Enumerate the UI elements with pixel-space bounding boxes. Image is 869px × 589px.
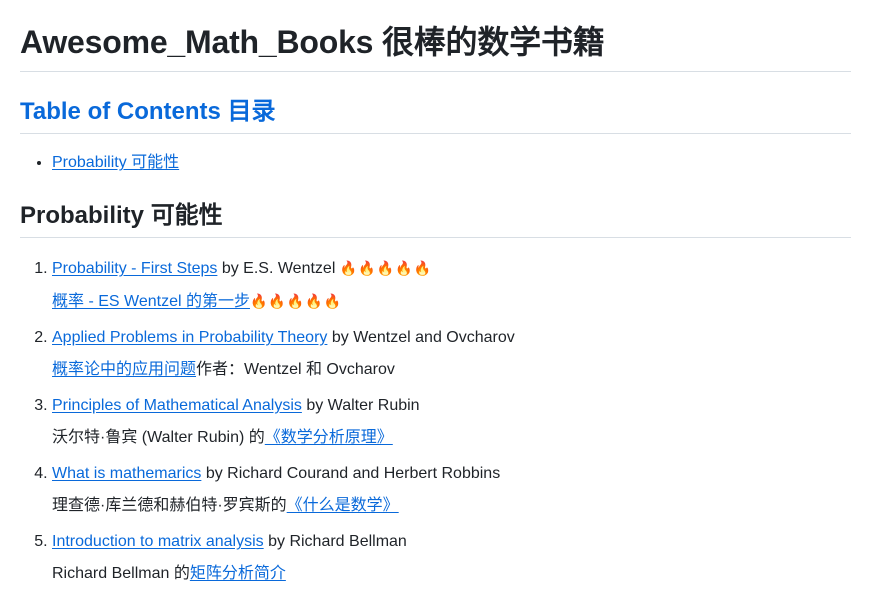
- translation-link[interactable]: 《数学分析原理》: [265, 429, 393, 446]
- section-heading-probability: Probability 可能性: [20, 202, 223, 229]
- book-author: by Walter Rubin: [301, 397, 420, 414]
- book-list: Probability - First Steps by E.S. Wentze…: [20, 256, 851, 586]
- toc-list: Probability 可能性: [20, 152, 851, 174]
- toc-link-probability[interactable]: Probability 可能性: [52, 154, 179, 171]
- book-author: by Richard Courand and Herbert Robbins: [201, 465, 501, 482]
- section-divider: [20, 237, 851, 238]
- book-item: Applied Problems in Probability Theory b…: [52, 326, 851, 382]
- book-link[interactable]: Probability - First Steps: [52, 260, 217, 277]
- fire-emoji-icon: 🔥🔥🔥🔥🔥: [339, 260, 432, 276]
- book-item: Probability - First Steps by E.S. Wentze…: [52, 256, 851, 314]
- book-translation: Richard Bellman 的矩阵分析简介: [52, 562, 851, 586]
- book-link[interactable]: What is mathemarics: [52, 465, 201, 482]
- page-title: Awesome_Math_Books 很棒的数学书籍: [20, 24, 605, 60]
- book-author: by E.S. Wentzel: [217, 260, 340, 277]
- toc-heading: Table of Contents 目录: [20, 98, 276, 125]
- translation-link[interactable]: 矩阵分析简介: [190, 565, 286, 582]
- book-author: by Wentzel and Ovcharov: [327, 329, 515, 346]
- translation-link[interactable]: 《什么是数学》: [287, 497, 399, 514]
- book-translation: 沃尔特·鲁宾 (Walter Rubin) 的《数学分析原理》: [52, 426, 851, 450]
- book-item: Introduction to matrix analysis by Richa…: [52, 530, 851, 586]
- book-translation: 概率论中的应用问题作者：Wentzel 和 Ovcharov: [52, 358, 851, 382]
- book-link[interactable]: Introduction to matrix analysis: [52, 533, 264, 550]
- readme-page: Awesome_Math_Books 很棒的数学书籍 Table of Cont…: [0, 0, 869, 586]
- translation-link[interactable]: 概率论中的应用问题: [52, 361, 196, 378]
- book-translation: 概率 - ES Wentzel 的第一步🔥🔥🔥🔥🔥: [52, 289, 851, 314]
- fire-emoji-icon: 🔥🔥🔥🔥🔥: [249, 293, 343, 309]
- book-item: Principles of Mathematical Analysis by W…: [52, 394, 851, 450]
- toc-item: Probability 可能性: [52, 152, 851, 174]
- toc-divider: [20, 133, 851, 134]
- book-translation: 理查德·库兰德和赫伯特·罗宾斯的《什么是数学》: [52, 494, 851, 518]
- translation-prefix: 沃尔特·鲁宾 (Walter Rubin) 的: [52, 429, 265, 446]
- book-link[interactable]: Principles of Mathematical Analysis: [52, 397, 302, 414]
- translation-link[interactable]: 概率 - ES Wentzel 的第一步: [52, 293, 250, 310]
- book-author: by Richard Bellman: [263, 533, 407, 550]
- book-link[interactable]: Applied Problems in Probability Theory: [52, 329, 327, 346]
- book-item: What is mathemarics by Richard Courand a…: [52, 462, 851, 518]
- translation-prefix: Richard Bellman 的: [52, 565, 190, 582]
- translation-prefix: 理查德·库兰德和赫伯特·罗宾斯的: [52, 497, 287, 514]
- translation-suffix: 作者：Wentzel 和 Ovcharov: [196, 361, 395, 378]
